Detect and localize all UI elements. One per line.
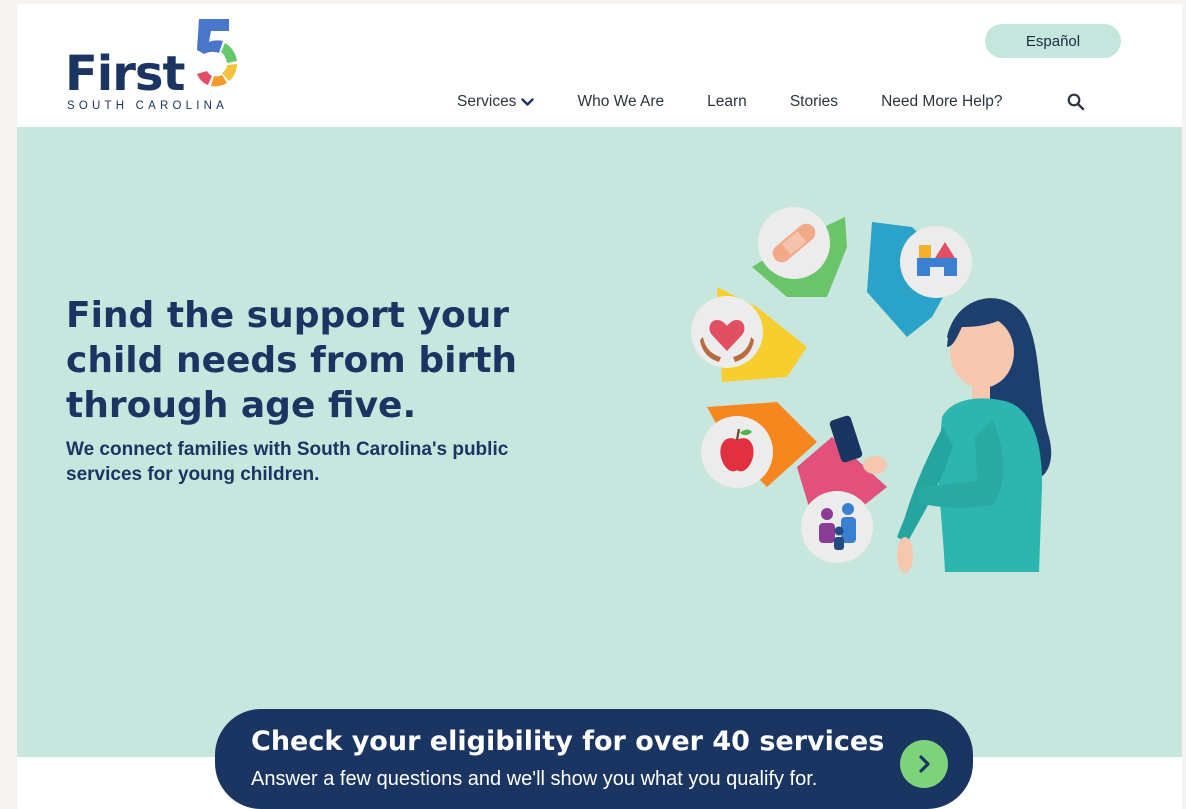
nav-item-label: Need More Help? (881, 93, 1003, 110)
hero-illustration (691, 207, 1052, 573)
logo-brand-text: First (65, 46, 185, 102)
nav-item-learn[interactable]: Learn (707, 93, 747, 111)
logo-subtitle: SOUTH CAROLINA (67, 100, 229, 112)
apple-icon (701, 416, 773, 488)
nav-item-who-we-are[interactable]: Who We Are (577, 93, 664, 111)
cta-subtitle: Answer a few questions and we'll show yo… (251, 768, 818, 790)
first-five-logo[interactable]: First SOUTH CAROLINA (65, 16, 245, 116)
nav-item-stories[interactable]: Stories (790, 93, 838, 111)
eligibility-cta-button[interactable]: Check your eligibility for over 40 servi… (215, 709, 973, 809)
heart-hands-icon (691, 296, 763, 368)
nav-item-label: Learn (707, 93, 747, 110)
chevron-right-glyph (919, 755, 930, 773)
family-icon (801, 491, 873, 563)
nav-item-label: Services (457, 93, 517, 110)
hero-title: Find the support your child needs from b… (66, 295, 518, 426)
nav-item-label: Stories (789, 93, 839, 110)
page: First SOUTH CAROLINA Español Services Wh… (17, 4, 1182, 809)
bandage-icon (758, 207, 830, 279)
nav-item-services[interactable]: Services (457, 93, 535, 111)
chevron-right-icon[interactable] (900, 740, 948, 788)
language-espanol-button[interactable]: Español (985, 24, 1121, 58)
hero-section: Find the support your child needs from b… (17, 127, 1182, 757)
search-icon[interactable] (1066, 92, 1086, 112)
cta-title: Check your eligibility for over 40 servi… (251, 726, 885, 757)
site-header: First SOUTH CAROLINA Español Services Wh… (17, 4, 1182, 127)
chevron-down-icon (521, 97, 535, 106)
toy-blocks-icon (900, 226, 972, 298)
hero-subtitle: We connect families with South Carolina'… (66, 439, 509, 485)
nav-item-label: Who We Are (577, 93, 665, 110)
nav-item-need-more-help[interactable]: Need More Help? (881, 93, 1002, 111)
main-nav: Services Who We Are Learn Stories Need M… (457, 88, 1003, 116)
logo-five-mark (197, 19, 237, 87)
